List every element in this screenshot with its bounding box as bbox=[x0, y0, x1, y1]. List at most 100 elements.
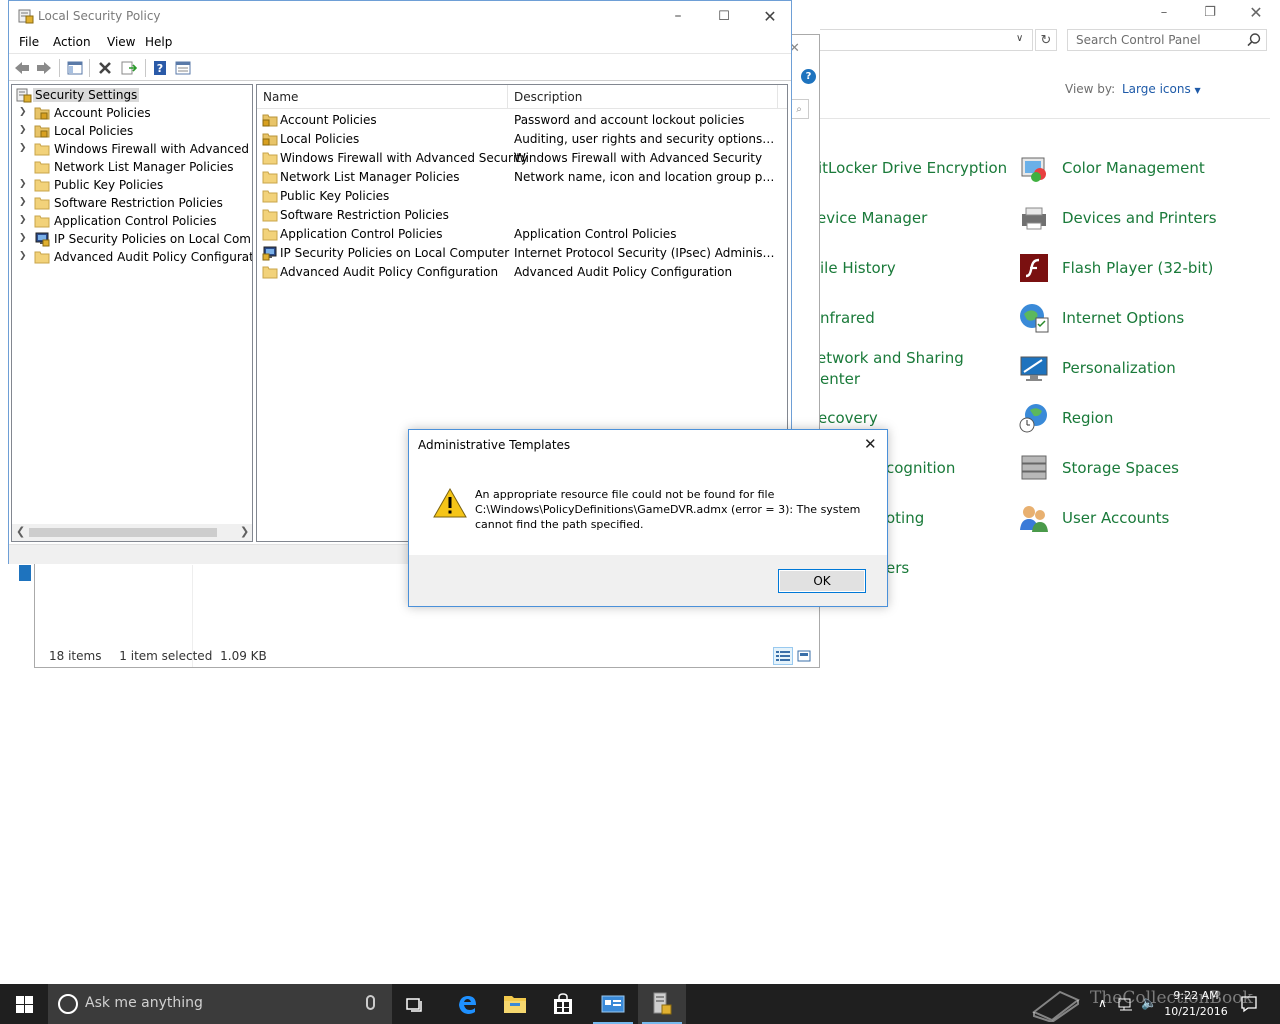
tree-item-windows-firewall[interactable]: ❯ Windows Firewall with Advanced Secu bbox=[12, 140, 252, 158]
list-item[interactable]: Advanced Audit Policy Configuration Adva… bbox=[257, 263, 787, 282]
cp-item-region[interactable]: Region bbox=[1062, 408, 1113, 429]
expand-arrow-icon[interactable]: ❯ bbox=[19, 143, 27, 153]
dialog-close-icon[interactable]: ✕ bbox=[864, 435, 877, 453]
taskbar-local-security-policy[interactable] bbox=[638, 984, 686, 1024]
tree-item-local-policies[interactable]: ❯ Local Policies bbox=[12, 122, 252, 140]
properties-icon[interactable] bbox=[173, 58, 193, 78]
refresh-icon[interactable]: ↻ bbox=[1035, 29, 1057, 51]
cp-item-bitlocker[interactable]: itLocker Drive Encryption bbox=[818, 158, 1007, 179]
column-header-name[interactable]: Name bbox=[263, 90, 298, 104]
cp-item-user-accounts[interactable]: User Accounts bbox=[1062, 508, 1169, 529]
tree-label: Security Settings bbox=[33, 88, 140, 102]
expand-arrow-icon[interactable]: ❯ bbox=[19, 251, 27, 261]
taskbar-control-panel[interactable] bbox=[589, 984, 637, 1024]
delete-icon[interactable] bbox=[95, 58, 115, 78]
list-item[interactable]: Local Policies Auditing, user rights and… bbox=[257, 130, 787, 149]
tree-item-network-list-manager[interactable]: Network List Manager Policies bbox=[12, 158, 252, 176]
large-icons-view-icon[interactable] bbox=[794, 647, 814, 665]
cp-item-internet-options[interactable]: Internet Options bbox=[1062, 308, 1184, 329]
menu-view[interactable]: View bbox=[107, 35, 135, 49]
cp-item-file-history[interactable]: ile History bbox=[820, 258, 896, 279]
notifications-icon[interactable] bbox=[1240, 995, 1258, 1013]
tree-item-application-control[interactable]: ❯ Application Control Policies bbox=[12, 212, 252, 230]
list-item[interactable]: Network List Manager Policies Network na… bbox=[257, 168, 787, 187]
view-by-dropdown[interactable]: Large icons ▼ bbox=[1122, 82, 1201, 96]
forward-arrow-icon[interactable] bbox=[34, 58, 54, 78]
start-button[interactable] bbox=[0, 984, 48, 1024]
cp-item-recovery[interactable]: ecovery bbox=[818, 408, 878, 429]
task-view-button[interactable] bbox=[392, 984, 440, 1024]
cp-search-input[interactable]: Search Control Panel bbox=[1067, 29, 1267, 51]
expand-arrow-icon[interactable]: ❯ bbox=[19, 215, 27, 225]
taskbar-file-explorer[interactable] bbox=[491, 984, 539, 1024]
details-view-icon[interactable] bbox=[773, 647, 793, 665]
cp-item-device-manager[interactable]: evice Manager bbox=[817, 208, 927, 229]
help-icon[interactable]: ? bbox=[801, 69, 816, 84]
cortana-search-box[interactable]: Ask me anything bbox=[48, 984, 392, 1024]
maximize-button[interactable]: ☐ bbox=[701, 1, 747, 31]
scroll-right-icon[interactable]: ❯ bbox=[240, 525, 249, 538]
volume-icon[interactable]: 🔈 bbox=[1141, 996, 1157, 1011]
column-header-description[interactable]: Description bbox=[514, 90, 582, 104]
taskbar-store[interactable] bbox=[539, 984, 587, 1024]
cp-close-button[interactable]: ✕ bbox=[1233, 0, 1279, 24]
tree-pane[interactable]: Security Settings ❯ Account Policies ❯ L… bbox=[11, 84, 253, 542]
folder-icon bbox=[262, 171, 278, 184]
tree-item-ip-security[interactable]: ❯ IP Security Policies on Local Compute bbox=[12, 230, 252, 248]
expand-arrow-icon[interactable]: ❯ bbox=[19, 107, 27, 117]
tree-item-public-key-policies[interactable]: ❯ Public Key Policies bbox=[12, 176, 252, 194]
cp-item-speech-recognition[interactable]: cognition bbox=[886, 458, 955, 479]
scroll-left-icon[interactable]: ❮ bbox=[16, 525, 25, 538]
list-item[interactable]: Windows Firewall with Advanced Security … bbox=[257, 149, 787, 168]
horizontal-scrollbar[interactable]: ❮ ❯ bbox=[12, 524, 252, 541]
list-item[interactable]: Application Control Policies Application… bbox=[257, 225, 787, 244]
tree-item-software-restriction[interactable]: ❯ Software Restriction Policies bbox=[12, 194, 252, 212]
list-item[interactable]: Software Restriction Policies bbox=[257, 206, 787, 225]
list-item[interactable]: Account Policies Password and account lo… bbox=[257, 111, 787, 130]
show-hidden-icons[interactable]: ∧ bbox=[1098, 996, 1107, 1010]
expand-arrow-icon[interactable]: ❯ bbox=[19, 233, 27, 243]
list-item[interactable]: IP Security Policies on Local Computer I… bbox=[257, 244, 787, 263]
minimize-button[interactable]: – bbox=[655, 1, 701, 31]
list-item[interactable]: Public Key Policies bbox=[257, 187, 787, 206]
tree-item-security-settings[interactable]: Security Settings bbox=[12, 86, 252, 104]
list-header: Name Description bbox=[257, 85, 787, 109]
menu-action[interactable]: Action bbox=[53, 35, 91, 49]
expand-arrow-icon[interactable]: ❯ bbox=[19, 125, 27, 135]
microphone-icon[interactable] bbox=[366, 995, 375, 1010]
cp-item-network-sharing[interactable]: etwork and Sharing bbox=[817, 348, 964, 369]
taskbar-edge[interactable] bbox=[443, 984, 491, 1024]
cp-item-personalization[interactable]: Personalization bbox=[1062, 358, 1176, 379]
cp-item-users[interactable]: ers bbox=[886, 558, 909, 579]
cp-item-storage-spaces[interactable]: Storage Spaces bbox=[1062, 458, 1179, 479]
menu-help[interactable]: Help bbox=[145, 35, 172, 49]
expand-arrow-icon[interactable]: ❯ bbox=[19, 179, 27, 189]
close-button[interactable]: ✕ bbox=[747, 1, 793, 31]
cp-item-devices-printers[interactable]: Devices and Printers bbox=[1062, 208, 1217, 229]
ok-button[interactable]: OK bbox=[778, 569, 866, 593]
cp-minimize-button[interactable]: – bbox=[1141, 0, 1187, 24]
help-icon[interactable]: ? bbox=[150, 58, 170, 78]
network-icon[interactable] bbox=[1118, 996, 1134, 1012]
back-arrow-icon[interactable] bbox=[12, 58, 32, 78]
tree-item-advanced-audit[interactable]: ❯ Advanced Audit Policy Configuration bbox=[12, 248, 252, 266]
export-list-icon[interactable] bbox=[119, 58, 139, 78]
scrollbar-thumb[interactable] bbox=[29, 528, 217, 537]
cp-address-bar[interactable] bbox=[820, 29, 1033, 51]
title-bar[interactable]: Local Security Policy – ☐ ✕ bbox=[9, 1, 791, 32]
search-icon[interactable] bbox=[1246, 32, 1262, 48]
search-box-icon[interactable]: ⌕ bbox=[789, 99, 809, 119]
task-view-icon bbox=[406, 998, 422, 1012]
chevron-down-icon[interactable]: ∨ bbox=[1016, 33, 1023, 44]
clock[interactable]: 9:22 AM 10/21/2016 bbox=[1160, 988, 1232, 1020]
tree-item-account-policies[interactable]: ❯ Account Policies bbox=[12, 104, 252, 122]
show-hide-tree-icon[interactable] bbox=[65, 58, 85, 78]
expand-arrow-icon[interactable]: ❯ bbox=[19, 197, 27, 207]
cp-item-infrared[interactable]: nfrared bbox=[820, 308, 875, 329]
menu-file[interactable]: File bbox=[19, 35, 39, 49]
cp-item-troubleshooting[interactable]: oting bbox=[886, 508, 924, 529]
cp-item-network-sharing-2[interactable]: enter bbox=[820, 369, 860, 390]
cp-item-flash-player[interactable]: Flash Player (32-bit) bbox=[1062, 258, 1213, 279]
cp-item-color-management[interactable]: Color Management bbox=[1062, 158, 1205, 179]
cp-restore-button[interactable]: ❐ bbox=[1187, 0, 1233, 24]
